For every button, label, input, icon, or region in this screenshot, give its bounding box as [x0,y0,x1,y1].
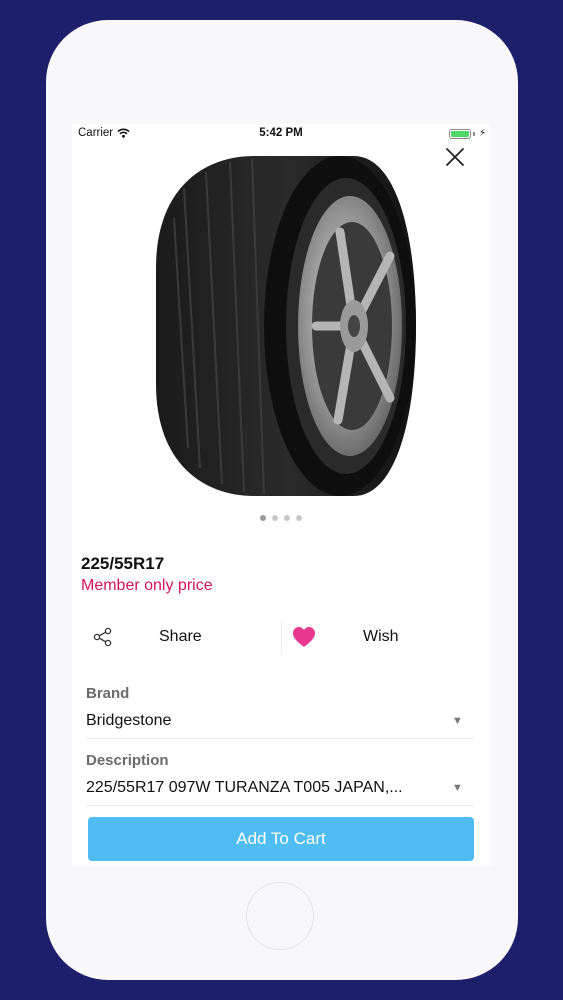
description-select[interactable]: 225/55R17 097W TURANZA T005 JAPAN,... [86,779,403,797]
product-title: 225/55R17 [81,554,165,573]
description-label: Description [86,752,169,769]
brand-label: Brand [86,685,130,702]
wish-button[interactable]: Wish [363,628,399,646]
status-time: 5:42 PM [259,127,303,139]
field-divider [86,738,474,739]
tire-product-image [156,156,416,496]
image-page-indicator[interactable] [72,515,490,521]
share-button[interactable]: Share [159,628,202,646]
member-price-label: Member only price [81,577,213,594]
caret-down-icon[interactable]: ▼ [452,782,463,794]
field-divider [86,805,474,806]
home-button[interactable] [246,882,314,950]
brand-select[interactable]: Bridgestone [86,712,171,730]
page-dot[interactable] [284,515,290,521]
page-dot[interactable] [272,515,278,521]
page-dot[interactable] [260,515,266,521]
action-divider [281,620,282,654]
heart-icon[interactable] [292,626,316,648]
close-icon[interactable] [442,144,468,170]
caret-down-icon[interactable]: ▼ [452,715,463,727]
add-to-cart-button[interactable]: Add To Cart [88,817,474,861]
page-dot[interactable] [296,515,302,521]
action-row: Share Wish [72,618,490,658]
status-bar: Carrier 5:42 PM ⚡ [72,124,490,144]
share-icon[interactable] [92,626,114,648]
charging-icon: ⚡ [478,128,486,139]
app-screen: Carrier 5:42 PM ⚡ 225/55R17 Member only … [72,124,490,866]
battery-icon: ⚡ [448,128,486,139]
